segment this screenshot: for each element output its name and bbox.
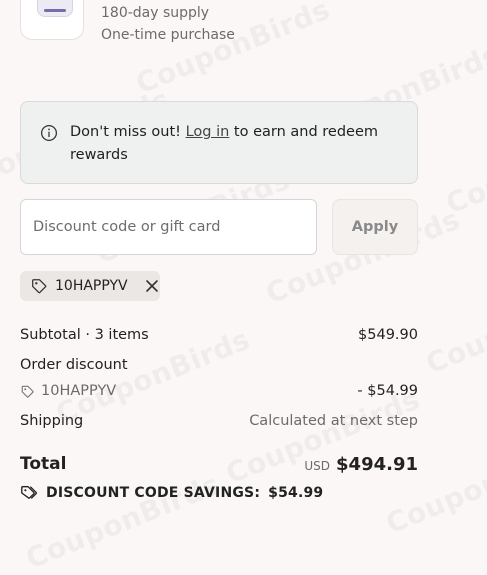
discount-code-input[interactable] [20,199,317,255]
subtotal-value: $549.90 [358,327,418,343]
shipping-label: Shipping [20,413,84,429]
subtotal-label: Subtotal · 3 items [20,327,149,343]
discount-value: - $54.99 [357,383,418,399]
watermark: CouponBirds [421,273,487,381]
product-meta: 180-day supply One-time purchase [101,2,235,46]
watermark: CouponBirds [441,113,487,221]
discount-code-row: 10HAPPYV - $54.99 [20,383,418,403]
savings-value: $54.99 [268,485,324,501]
total-row: Total USD $494.91 [20,454,418,475]
login-notice: Don't miss out! Log in to earn and redee… [20,101,418,184]
info-icon [40,124,58,142]
order-discount-row: Order discount [20,357,418,373]
discount-code-name: 10HAPPYV [41,383,117,399]
shipping-value: Calculated at next step [249,413,418,429]
savings-banner: DISCOUNT CODE SAVINGS: $54.99 [20,484,323,502]
apply-button[interactable]: Apply [332,199,418,255]
notice-prefix: Don't miss out! [70,124,181,140]
tags-icon [21,486,38,499]
tag-icon [32,279,47,294]
product-thumbnail [20,0,84,40]
applied-discount-chip: 10HAPPYV [20,271,160,301]
currency-code: USD [304,459,331,473]
savings-label: DISCOUNT CODE SAVINGS: [46,485,261,501]
order-discount-label: Order discount [20,357,128,373]
remove-discount-icon[interactable] [145,279,159,293]
tag-icon [21,385,34,398]
product-supply: 180-day supply [101,5,210,21]
subtotal-row: Subtotal · 3 items $549.90 [20,327,418,343]
total-value: $494.91 [336,454,418,475]
watermark: CouponBirds [381,433,487,541]
total-label: Total [20,454,67,474]
applied-discount-code: 10HAPPYV [55,278,128,294]
login-link[interactable]: Log in [186,124,230,140]
supplement-bottle-image [37,0,73,17]
product-purchase-type: One-time purchase [101,27,235,43]
shipping-row: Shipping Calculated at next step [20,413,418,429]
